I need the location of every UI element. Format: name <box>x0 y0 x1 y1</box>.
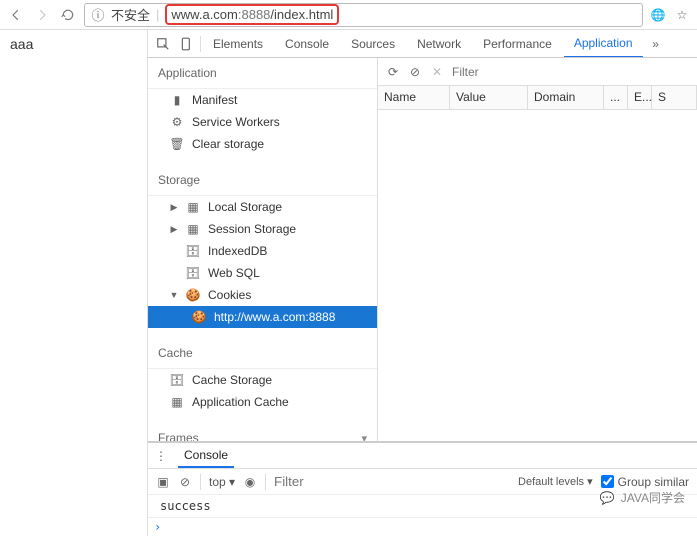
drawer-tab-console[interactable]: Console <box>178 444 234 468</box>
chevron-right-icon <box>170 246 178 256</box>
section-frames[interactable]: Frames▾ <box>148 423 377 441</box>
page-body-text: aaa <box>0 30 148 536</box>
cookie-icon: 🍪 <box>186 288 200 302</box>
tab-sources[interactable]: Sources <box>341 31 405 57</box>
sidebar-item-cookie-origin[interactable]: 🍪http://www.a.com:8888 <box>148 306 377 328</box>
document-icon: ▮ <box>170 93 184 107</box>
tab-network[interactable]: Network <box>407 31 471 57</box>
chevron-right-icon <box>170 268 178 278</box>
tab-elements[interactable]: Elements <box>203 31 273 57</box>
sidebar-item-websql[interactable]: 🗄Web SQL <box>148 262 377 284</box>
inspect-icon[interactable] <box>152 37 174 51</box>
forward-button[interactable] <box>32 5 52 25</box>
cookies-main: ⟳ ⊘ ✕ Name Value Domain ... E... S <box>378 58 697 441</box>
cookies-toolbar: ⟳ ⊘ ✕ <box>378 58 697 86</box>
tab-application[interactable]: Application <box>564 30 643 58</box>
clear-console-icon[interactable]: ⊘ <box>178 475 192 489</box>
devtools-tabs: Elements Console Sources Network Perform… <box>148 30 697 58</box>
col-size[interactable]: S <box>652 86 697 109</box>
sidebar-item-local-storage[interactable]: ▶▦Local Storage <box>148 196 377 218</box>
col-domain[interactable]: Domain <box>528 86 604 109</box>
drawer-menu-icon[interactable]: ⋮ <box>154 449 168 463</box>
sidebar-item-session-storage[interactable]: ▶▦Session Storage <box>148 218 377 240</box>
database-icon: 🗄 <box>186 244 200 258</box>
refresh-icon[interactable]: ⟳ <box>386 65 400 79</box>
col-name[interactable]: Name <box>378 86 450 109</box>
block-icon[interactable]: ⊘ <box>408 65 422 79</box>
sidebar-item-service-workers[interactable]: ⚙Service Workers <box>148 111 377 133</box>
console-prompt[interactable]: › <box>148 518 697 536</box>
tabs-overflow-icon[interactable]: » <box>645 37 667 51</box>
devtools-panel: Elements Console Sources Network Perform… <box>148 30 697 536</box>
sidebar-item-cookies[interactable]: ▼🍪Cookies <box>148 284 377 306</box>
col-expires[interactable]: E... <box>628 86 652 109</box>
storage-icon: ▦ <box>186 222 200 236</box>
log-levels-dropdown[interactable]: Default levels ▾ <box>518 475 593 488</box>
translate-icon[interactable]: 🌐 <box>649 6 667 24</box>
chevron-down-icon: ▼ <box>170 290 178 300</box>
sidebar-item-cache-storage[interactable]: 🗄Cache Storage <box>148 369 377 391</box>
console-output-line: success <box>148 495 697 518</box>
eye-icon[interactable]: ◉ <box>243 475 257 489</box>
console-toggle-icon[interactable]: ▣ <box>156 475 170 489</box>
reload-button[interactable] <box>58 5 78 25</box>
cookie-icon: 🍪 <box>192 310 206 324</box>
section-application: Application <box>148 58 377 89</box>
gear-icon: ⚙ <box>170 115 184 129</box>
back-button[interactable] <box>6 5 26 25</box>
storage-icon: ▦ <box>170 395 184 409</box>
console-context[interactable]: top ▾ <box>209 475 235 489</box>
insecure-label: 不安全 <box>111 5 150 24</box>
tab-performance[interactable]: Performance <box>473 31 562 57</box>
application-sidebar: Application ▮Manifest ⚙Service Workers 🗑… <box>148 58 378 441</box>
browser-toolbar: ⓘ 不安全 | www.a.com:8888/index.html 🌐 ☆ <box>0 0 697 30</box>
chevron-right-icon: ▶ <box>170 224 178 235</box>
cookies-filter-input[interactable] <box>452 65 689 79</box>
chevron-right-icon: ▶ <box>170 202 178 213</box>
database-icon: 🗄 <box>186 266 200 280</box>
trash-icon: 🗑 <box>170 137 184 151</box>
info-icon: ⓘ <box>91 8 105 22</box>
cookies-table-body <box>378 110 697 441</box>
col-value[interactable]: Value <box>450 86 528 109</box>
section-cache: Cache <box>148 338 377 369</box>
tab-console[interactable]: Console <box>275 31 339 57</box>
chevron-down-icon: ▾ <box>361 432 367 442</box>
sidebar-item-indexeddb[interactable]: 🗄IndexedDB <box>148 240 377 262</box>
address-bar[interactable]: ⓘ 不安全 | www.a.com:8888/index.html <box>84 3 643 27</box>
group-similar-checkbox[interactable]: Group similar <box>601 475 689 489</box>
database-icon: 🗄 <box>170 373 184 387</box>
sidebar-item-app-cache[interactable]: ▦Application Cache <box>148 391 377 413</box>
close-icon[interactable]: ✕ <box>430 65 444 79</box>
storage-icon: ▦ <box>186 200 200 214</box>
sidebar-item-clear-storage[interactable]: 🗑Clear storage <box>148 133 377 155</box>
star-icon[interactable]: ☆ <box>673 6 691 24</box>
cookies-table-header: Name Value Domain ... E... S <box>378 86 697 110</box>
console-filter-input[interactable] <box>274 474 451 489</box>
url-highlight: www.a.com:8888/index.html <box>165 4 339 25</box>
device-icon[interactable] <box>176 37 198 51</box>
sidebar-item-manifest[interactable]: ▮Manifest <box>148 89 377 111</box>
console-drawer: ⋮ Console ▣ ⊘ top ▾ ◉ Default levels ▾ G… <box>148 442 697 536</box>
col-path[interactable]: ... <box>604 86 628 109</box>
section-storage: Storage <box>148 165 377 196</box>
